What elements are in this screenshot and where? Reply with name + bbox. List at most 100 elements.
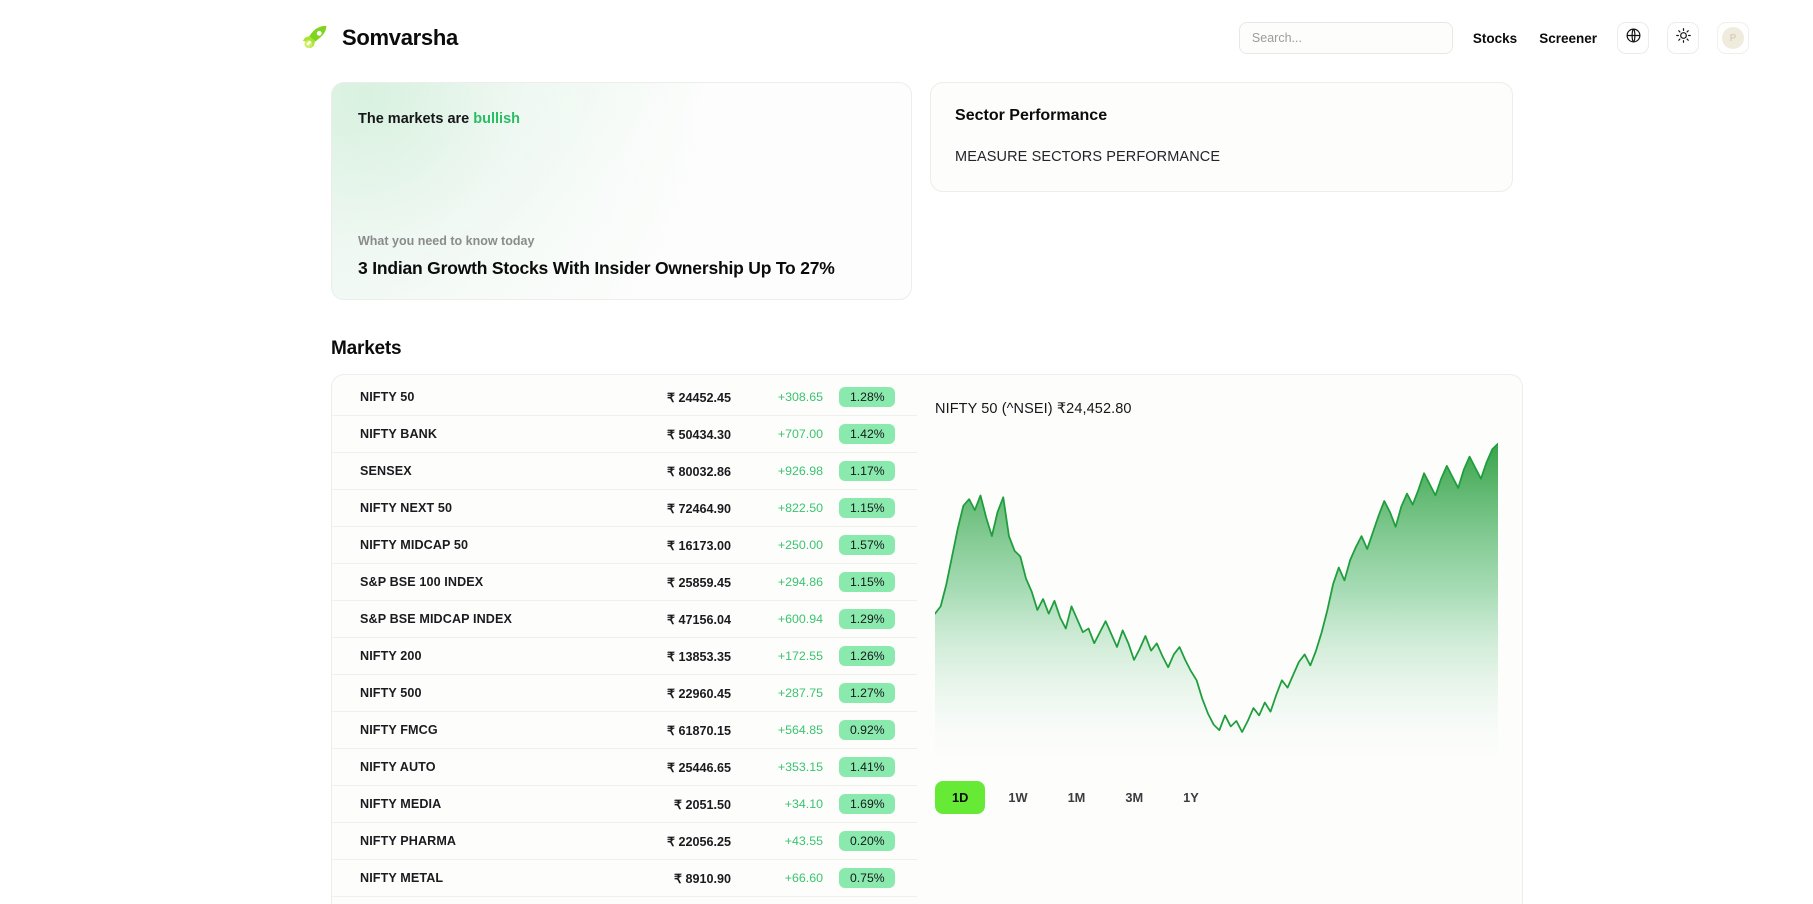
markets-index-list[interactable]: NIFTY 50 ₹ 24452.45 +308.65 1.28% NIFTY BANK… [332, 375, 917, 904]
index-percent-wrap: 1.41% [823, 757, 895, 777]
index-change: +287.75 [777, 686, 823, 700]
index-change: +353.15 [777, 760, 823, 774]
table-row[interactable]: SENSEX ₹ 80032.86 +926.98 1.17% [332, 453, 917, 490]
index-price: ₹ 22056.25 [666, 834, 731, 849]
index-price: ₹ 72464.90 [666, 501, 731, 516]
range-button-1y[interactable]: 1Y [1166, 781, 1216, 814]
sentiment-prefix: The markets are [358, 111, 474, 127]
index-price: ₹ 22960.45 [666, 686, 731, 701]
index-change: +308.65 [777, 390, 823, 404]
table-row[interactable]: S&P BSE MIDCAP INDEX ₹ 47156.04 +600.94 1.2… [332, 601, 917, 638]
table-row[interactable]: NIFTY MIDCAP 50 ₹ 16173.00 +250.00 1.57% [332, 527, 917, 564]
table-row[interactable]: NIFTY MEDIA ₹ 2051.50 +34.10 1.69% [332, 786, 917, 823]
index-name: NIFTY MEDIA [360, 797, 442, 811]
market-sentiment-card[interactable]: The markets are bullish What you need to… [331, 82, 913, 300]
index-name: NIFTY 50 [360, 390, 415, 404]
index-name: SENSEX [360, 464, 412, 478]
range-button-1m[interactable]: 1M [1051, 781, 1103, 814]
index-percent-wrap: 1.15% [823, 498, 895, 518]
index-name: S&P BSE MIDCAP INDEX [360, 612, 512, 626]
index-name: NIFTY AUTO [360, 760, 436, 774]
sun-icon [1675, 27, 1692, 49]
theme-toggle-button[interactable] [1667, 22, 1699, 54]
status-badge: 1.57% [839, 535, 895, 555]
index-percent-wrap: 1.57% [823, 535, 895, 555]
index-name: S&P BSE 100 INDEX [360, 575, 484, 589]
table-row[interactable]: NIFTY 200 ₹ 13853.35 +172.55 1.26% [332, 638, 917, 675]
chart-range-selector[interactable]: 1D 1W 1M 3M 1Y [935, 781, 1498, 814]
table-row[interactable]: NIFTY PHARMA ₹ 22056.25 +43.55 0.20% [332, 823, 917, 860]
table-row[interactable]: NIFTY 50 ₹ 24452.45 +308.65 1.28% [332, 379, 917, 416]
sector-performance-title: Sector Performance [955, 107, 1108, 124]
index-percent-wrap: 0.20% [823, 831, 895, 851]
status-badge: 1.41% [839, 757, 895, 777]
table-row[interactable]: S&P BSE 100 INDEX ₹ 25859.45 +294.86 1.15% [332, 564, 917, 601]
user-avatar-button[interactable]: P [1717, 22, 1749, 54]
index-name: NIFTY FMCG [360, 723, 438, 737]
table-row[interactable]: NIFTY FMCG ₹ 61870.15 +564.85 0.92% [332, 712, 917, 749]
index-price: ₹ 8910.90 [673, 871, 731, 886]
top-cards-row: The markets are bullish What you need to… [0, 76, 1813, 300]
status-badge: 1.15% [839, 498, 895, 518]
news-headline[interactable]: 3 Indian Growth Stocks With Insider Owne… [358, 258, 885, 279]
index-percent-wrap: 0.92% [823, 720, 895, 740]
index-change: +822.50 [777, 501, 823, 515]
index-change: +172.55 [777, 649, 823, 663]
sentiment-value: bullish [473, 111, 520, 127]
range-button-1w[interactable]: 1W [991, 781, 1044, 814]
index-name: NIFTY METAL [360, 871, 444, 885]
index-name: NIFTY PHARMA [360, 834, 457, 848]
index-name: NIFTY 500 [360, 686, 422, 700]
globe-icon [1625, 27, 1642, 49]
index-name: NIFTY MIDCAP 50 [360, 538, 469, 552]
range-button-3m[interactable]: 3M [1108, 781, 1160, 814]
index-percent-wrap: 1.17% [823, 461, 895, 481]
table-row[interactable]: NIFTY AUTO ₹ 25446.65 +353.15 1.41% [332, 749, 917, 786]
index-percent-wrap: 0.75% [823, 868, 895, 888]
avatar: P [1722, 27, 1744, 49]
brand-logo[interactable]: Somvarsha [300, 23, 458, 53]
index-percent-wrap: 1.28% [823, 387, 895, 407]
status-badge: 1.28% [839, 387, 895, 407]
index-price: ₹ 13853.35 [666, 649, 731, 664]
status-badge: 1.29% [839, 609, 895, 629]
table-row[interactable]: NIFTY METAL ₹ 8910.90 +66.60 0.75% [332, 860, 917, 897]
index-percent-wrap: 1.42% [823, 424, 895, 444]
index-price: ₹ 80032.86 [666, 464, 731, 479]
table-row[interactable]: NIFTY NEXT 50 ₹ 72464.90 +822.50 1.15% [332, 490, 917, 527]
nav-link-screener[interactable]: Screener [1537, 27, 1599, 50]
index-change: +564.85 [777, 723, 823, 737]
index-price: ₹ 2051.50 [673, 797, 731, 812]
sector-performance-card[interactable]: Sector Performance MEASURE SECTORS PERFO… [930, 82, 1513, 192]
index-change: +707.00 [777, 427, 823, 441]
price-chart[interactable] [935, 427, 1498, 769]
index-percent-wrap: 1.69% [823, 794, 895, 814]
table-row[interactable]: NIFTY 500 ₹ 22960.45 +287.75 1.27% [332, 675, 917, 712]
table-row[interactable]: NIFTY BANK ₹ 50434.30 +707.00 1.42% [332, 416, 917, 453]
sector-performance-subtitle: MEASURE SECTORS PERFORMANCE [955, 149, 1221, 165]
index-price: ₹ 25859.45 [666, 575, 731, 590]
chart-title: NIFTY 50 (^NSEI) ₹24,452.80 [935, 401, 1132, 417]
index-percent-wrap: 1.26% [823, 646, 895, 666]
status-badge: 0.92% [839, 720, 895, 740]
markets-heading: Markets [331, 338, 402, 359]
index-percent-wrap: 1.27% [823, 683, 895, 703]
range-button-1d[interactable]: 1D [935, 781, 986, 814]
language-button[interactable] [1617, 22, 1649, 54]
status-badge: 1.69% [839, 794, 895, 814]
index-change: +34.10 [784, 797, 823, 811]
index-change: +43.55 [784, 834, 823, 848]
news-kicker: What you need to know today [358, 234, 535, 248]
search-input[interactable] [1238, 22, 1453, 54]
price-chart-svg [935, 442, 1498, 769]
nav-link-stocks[interactable]: Stocks [1471, 27, 1519, 50]
markets-chart-section: NIFTY 50 (^NSEI) ₹24,452.80 1D 1W 1M 3M 1Y [917, 375, 1522, 904]
index-price: ₹ 16173.00 [666, 538, 731, 553]
page-content: The markets are bullish What you need to… [0, 76, 1813, 904]
status-badge: 0.75% [839, 868, 895, 888]
sentiment-line: The markets are bullish [358, 111, 885, 127]
index-change: +250.00 [777, 538, 823, 552]
app-header: Somvarsha Stocks Screener P [0, 0, 1813, 76]
status-badge: 1.15% [839, 572, 895, 592]
index-change: +294.86 [777, 575, 823, 589]
